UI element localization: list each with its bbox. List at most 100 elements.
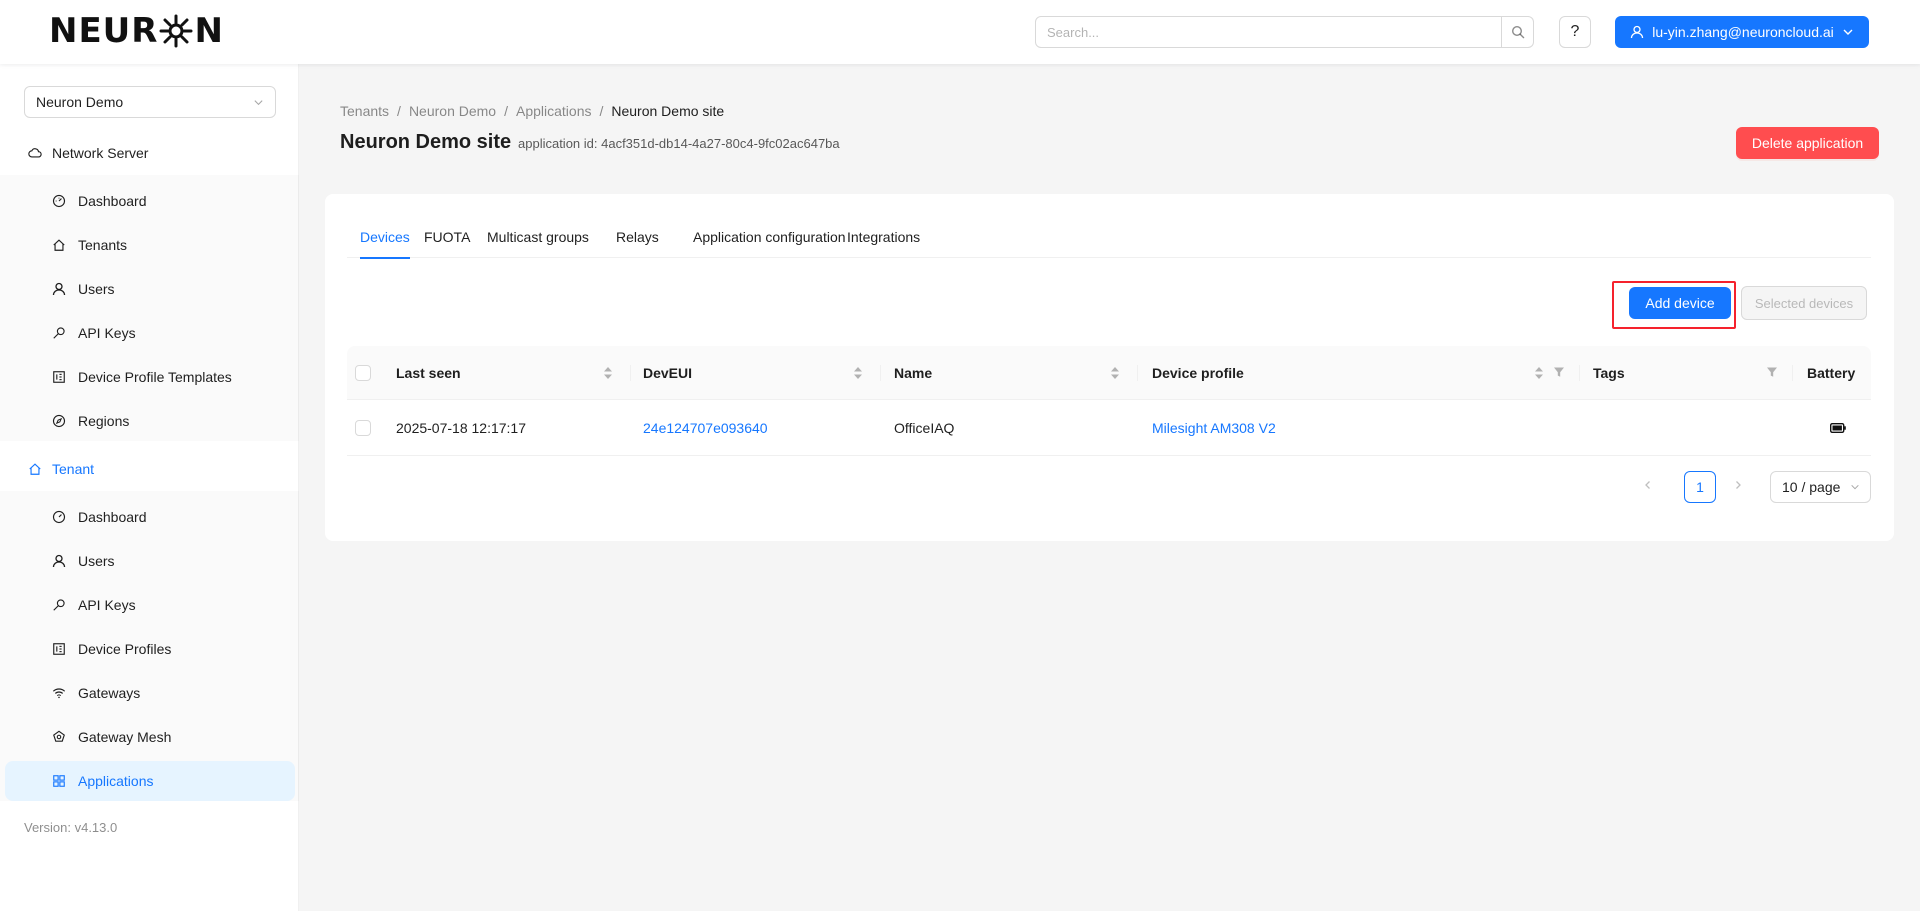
menu-group-network-server[interactable]: Network Server [0, 131, 299, 175]
tab-bar: Devices FUOTA Multicast groups Relays Ap… [347, 216, 1871, 259]
page-title: Neuron Demo site [340, 131, 512, 153]
breadcrumb-neuron-demo[interactable]: Neuron Demo [409, 103, 496, 119]
sidebar-item-label: Gateways [78, 685, 141, 701]
application-id: application id: 4acf351d-db14-4a27-80c4-… [518, 136, 840, 151]
pagination-next[interactable] [1722, 469, 1754, 501]
selected-devices-button[interactable]: Selected devices [1741, 286, 1867, 320]
pagination-page-label: 1 [1696, 479, 1704, 495]
sidebar-item-gateway-mesh[interactable]: Gateway Mesh [5, 717, 295, 757]
sidebar-item-applications[interactable]: Applications [5, 761, 295, 801]
user-menu-button[interactable]: lu-yin.zhang@neuroncloud.ai [1615, 16, 1869, 48]
sidebar-item-label: Dashboard [78, 509, 147, 525]
sidebar-item-label: Device Profiles [78, 641, 172, 657]
cloud-icon [28, 148, 42, 158]
sort-icon[interactable] [853, 366, 863, 380]
tab-devices[interactable]: Devices [360, 216, 410, 259]
sidebar-item-regions[interactable]: Regions [5, 401, 295, 441]
logo-text-left: NEUR [49, 11, 159, 51]
user-icon [1631, 25, 1644, 39]
wifi-icon [52, 688, 66, 699]
sidebar-item-api-keys[interactable]: API Keys [5, 585, 295, 625]
sidebar-item-ns-users[interactable]: Users [5, 269, 295, 309]
filter-icon[interactable] [1766, 366, 1778, 378]
top-header: NEUR N ? lu-yin.zhang@neuroncloud.ai [0, 0, 1920, 64]
breadcrumb-separator: / [504, 103, 508, 119]
cell-deveui-link[interactable]: 24e124707e093640 [643, 400, 768, 455]
sidebar-item-device-profiles[interactable]: Device Profiles [5, 629, 295, 669]
dashboard-icon [52, 510, 66, 524]
sidebar-item-label: Gateway Mesh [78, 729, 172, 745]
column-last-seen[interactable]: Last seen [396, 346, 461, 399]
column-divider [880, 365, 881, 381]
pagination-page-1[interactable]: 1 [1684, 471, 1716, 503]
tenant-selector[interactable]: Neuron Demo [24, 86, 276, 118]
delete-application-button[interactable]: Delete application [1736, 127, 1879, 159]
breadcrumb-tenants[interactable]: Tenants [340, 103, 389, 119]
menu-group-label: Tenant [52, 461, 95, 477]
column-device-profile[interactable]: Device profile [1152, 346, 1244, 399]
select-all-checkbox[interactable] [355, 364, 371, 381]
home-icon [53, 239, 65, 251]
search-button[interactable] [1502, 16, 1534, 48]
sidebar-item-gateways[interactable]: Gateways [5, 673, 295, 713]
sidebar-item-label: API Keys [78, 325, 136, 341]
apps-icon [53, 775, 65, 787]
search-icon [1511, 25, 1524, 39]
chevron-down-icon [1851, 484, 1859, 490]
column-tags[interactable]: Tags [1593, 346, 1625, 399]
menu-group-tenant[interactable]: Tenant [0, 447, 299, 491]
neuron-logo[interactable]: NEUR N [49, 11, 224, 51]
sidebar-item-label: Tenants [78, 237, 128, 253]
sidebar-item-label: Device Profile Templates [78, 369, 232, 385]
sidebar-item-users[interactable]: Users [5, 541, 295, 581]
sidebar-item-ns-api-keys[interactable]: API Keys [5, 313, 295, 353]
tab-multicast-groups[interactable]: Multicast groups [487, 216, 589, 258]
menu-group-label: Network Server [52, 145, 149, 161]
sidebar-item-label: Applications [78, 773, 154, 789]
version-label: Version: v4.13.0 [24, 820, 118, 835]
add-device-label: Add device [1645, 295, 1715, 311]
sidebar: Neuron Demo Network Server Dashboard Ten… [0, 64, 299, 911]
sort-icon[interactable] [1534, 366, 1544, 380]
cell-name: OfficeIAQ [894, 419, 955, 436]
row-checkbox[interactable] [355, 419, 371, 436]
key-icon [53, 327, 65, 339]
column-battery: Battery [1807, 364, 1856, 381]
tab-relays[interactable]: Relays [616, 216, 659, 258]
filter-icon[interactable] [1553, 366, 1565, 378]
tab-integrations[interactable]: Integrations [847, 216, 920, 258]
sort-icon[interactable] [603, 366, 613, 380]
logo-text-right: N [194, 11, 224, 51]
row-select-cell [355, 400, 371, 455]
user-icon [52, 554, 66, 568]
sidebar-item-ns-dashboard[interactable]: Dashboard [5, 181, 295, 221]
page-size-select[interactable]: 10 / page [1770, 471, 1871, 503]
chevron-left-icon [1645, 481, 1650, 489]
mesh-icon [53, 730, 65, 742]
page-size-value: 10 / page [1782, 479, 1841, 495]
pagination-prev[interactable] [1632, 469, 1664, 501]
table-row[interactable]: 2025-07-18 12:17:17 24e124707e093640 Off… [347, 400, 1871, 456]
column-divider [630, 365, 631, 381]
help-button[interactable]: ? [1559, 16, 1591, 48]
cell-device-profile-link[interactable]: Milesight AM308 V2 [1152, 400, 1276, 455]
column-deveui[interactable]: DevEUI [643, 346, 692, 399]
column-divider [1579, 365, 1580, 381]
add-device-button[interactable]: Add device [1629, 287, 1731, 319]
sidebar-item-label: Regions [78, 413, 130, 429]
breadcrumb-applications[interactable]: Applications [516, 103, 592, 119]
sort-icon[interactable] [1110, 366, 1120, 380]
profile-icon [53, 643, 65, 655]
tab-application-configuration[interactable]: Application configuration [693, 216, 846, 258]
sidebar-item-dashboard[interactable]: Dashboard [5, 497, 295, 537]
sidebar-item-device-profile-templates[interactable]: Device Profile Templates [5, 357, 295, 397]
chevron-down-icon [1843, 29, 1853, 35]
table-header: Last seen DevEUI Name Device profile Tag… [347, 346, 1871, 400]
sidebar-item-tenants[interactable]: Tenants [5, 225, 295, 265]
column-name[interactable]: Name [894, 346, 932, 399]
snowflake-icon [159, 14, 193, 48]
search-input[interactable] [1035, 16, 1502, 48]
help-button-label: ? [1570, 23, 1580, 40]
user-icon [52, 282, 66, 296]
tab-fuota[interactable]: FUOTA [424, 216, 470, 258]
